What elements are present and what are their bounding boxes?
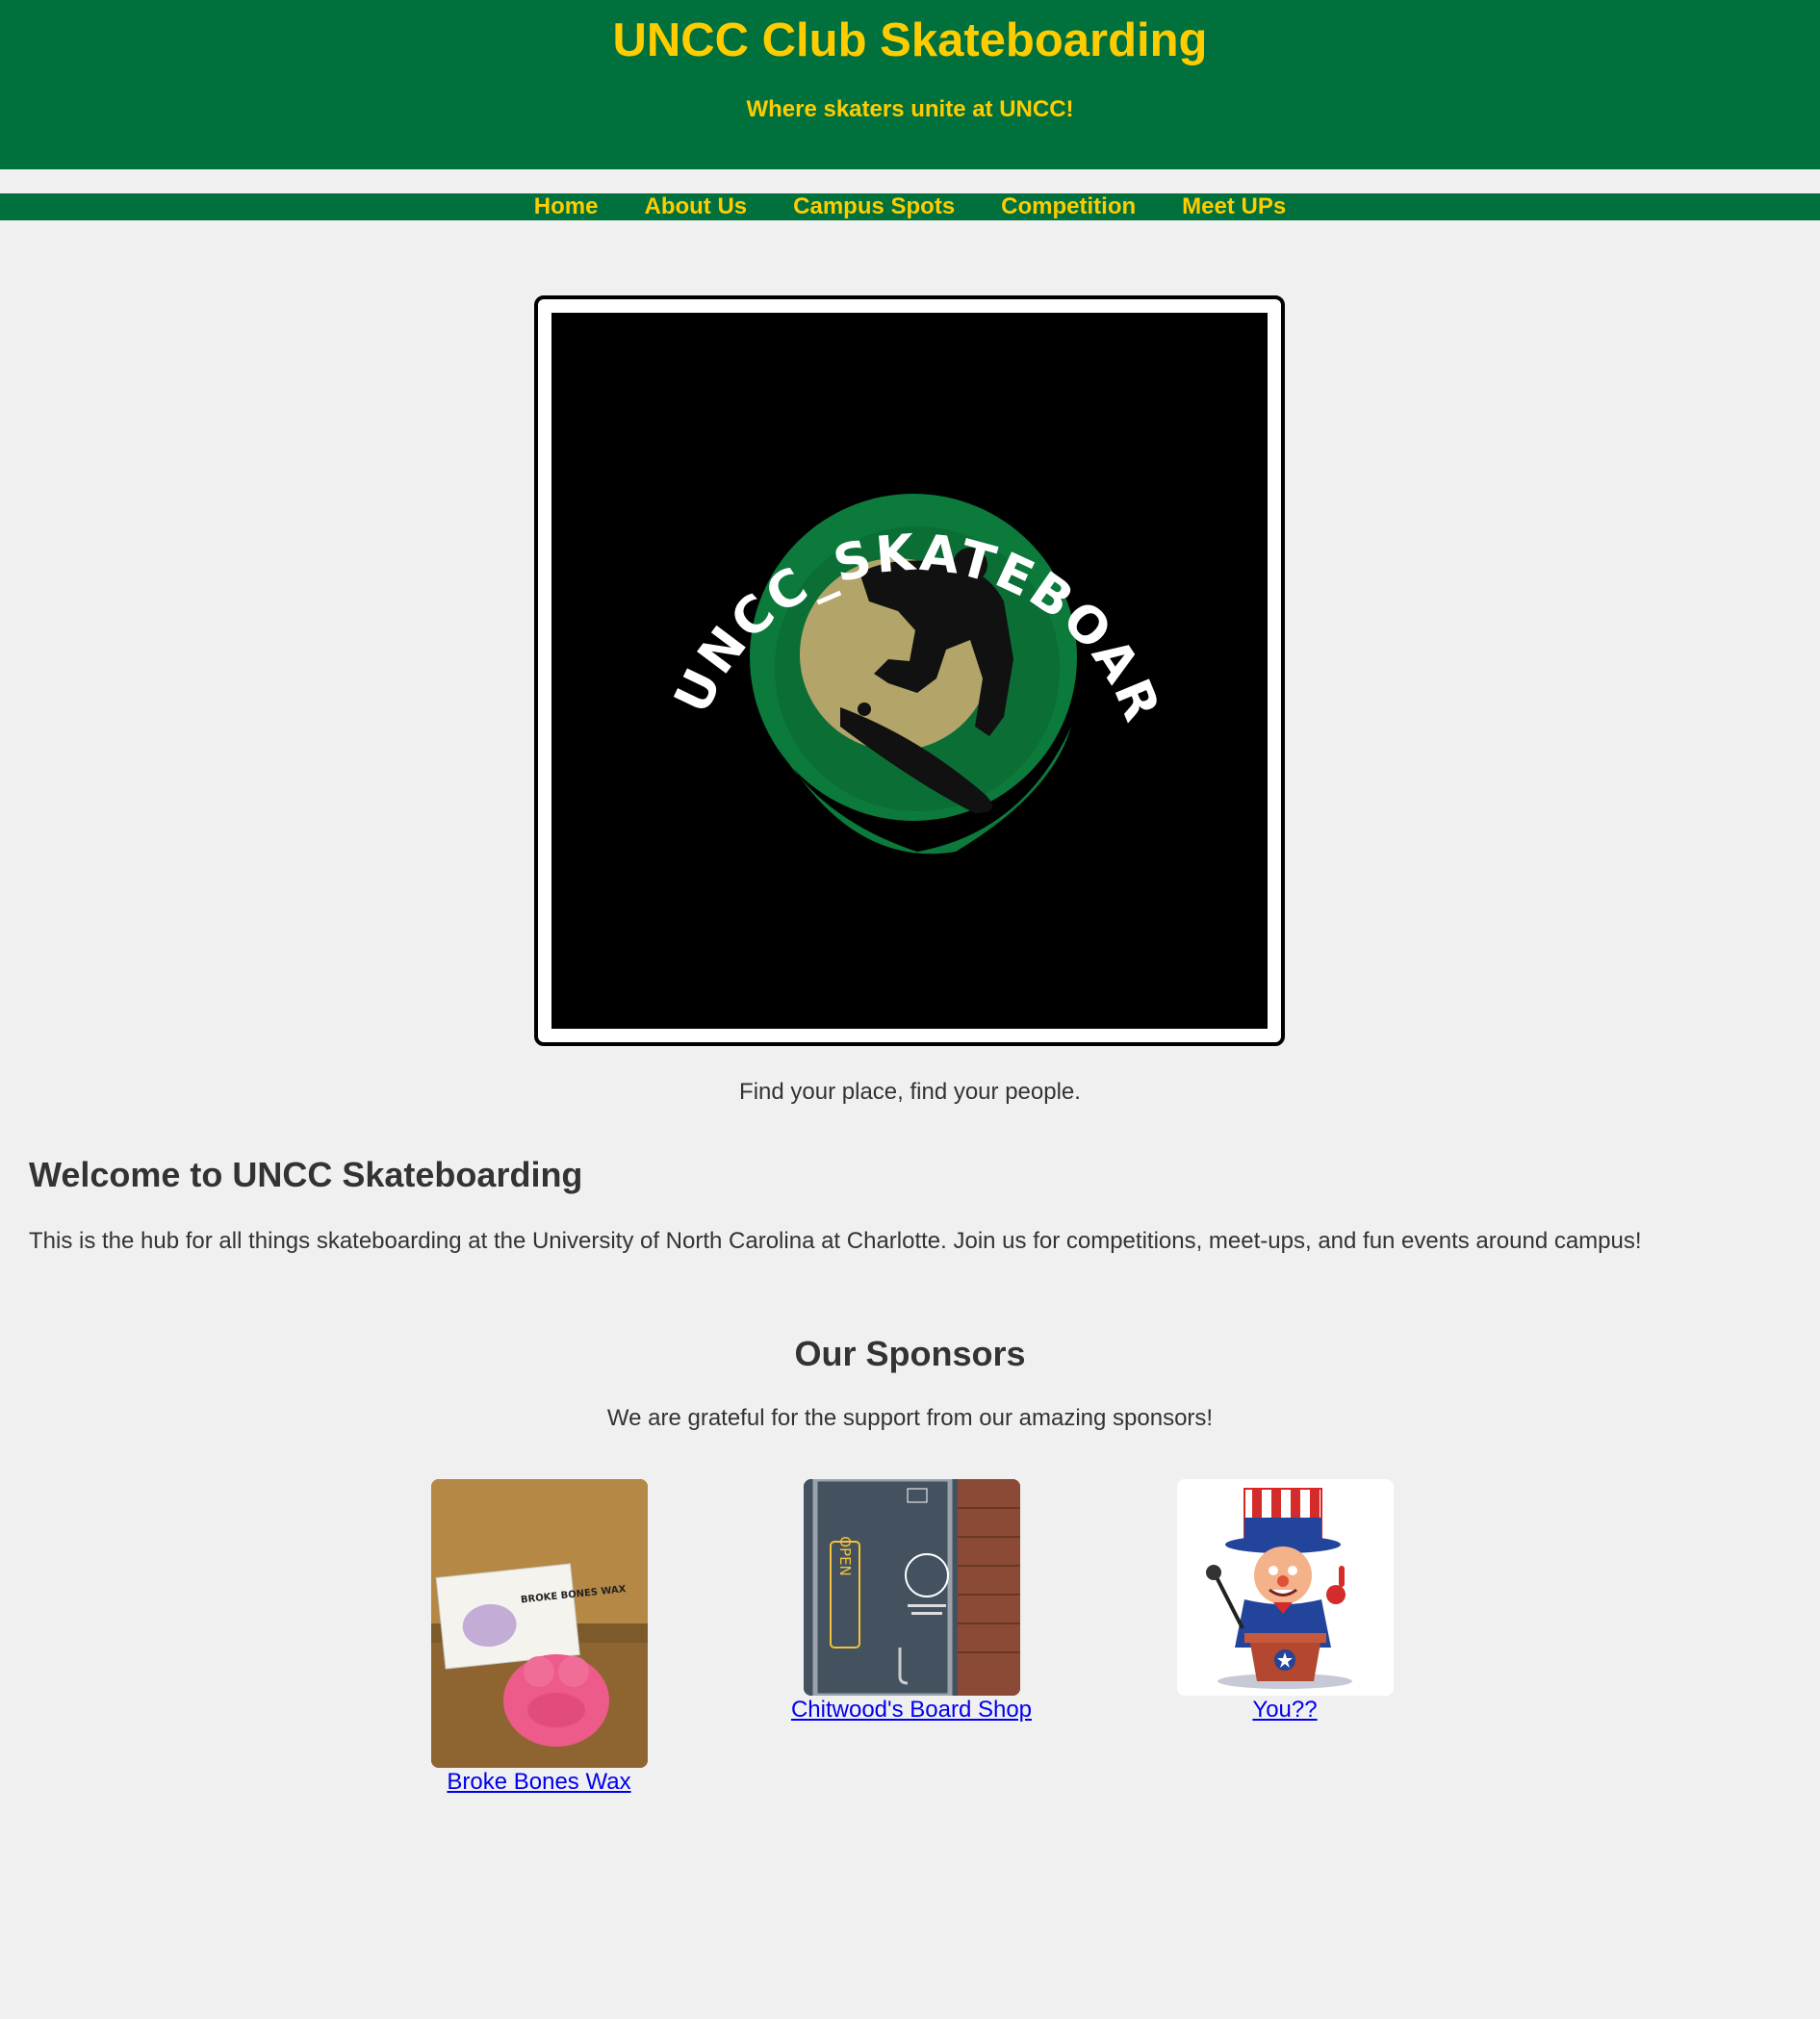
wax-photo-graphic: BROKE BONES WAX — [430, 1479, 648, 1768]
hero-image-frame: UNCC_SKATEBOARDING — [529, 268, 1285, 1046]
welcome-heading: Welcome to UNCC Skateboarding — [29, 1155, 583, 1194]
uncle-sam-photo[interactable] — [1176, 1479, 1394, 1696]
broke-bones-wax-photo[interactable]: BROKE BONES WAX — [430, 1479, 648, 1768]
sponsor-link-chitwoods-board-shop[interactable]: Chitwood's Board Shop — [786, 1696, 1037, 1725]
nav-home[interactable]: Home — [534, 193, 599, 220]
sponsors-text: We are grateful for the support from our… — [606, 1405, 1214, 1431]
main-nav: Home About Us Campus Spots Competition M… — [0, 193, 1820, 220]
sponsor-card: BROKE BONES WAX Broke Bones Wax — [423, 1479, 654, 1797]
club-logo-image: UNCC_SKATEBOARDING — [529, 268, 1268, 1029]
uncle-sam-graphic — [1176, 1479, 1394, 1696]
sponsor-link-broke-bones-wax[interactable]: Broke Bones Wax — [423, 1768, 654, 1797]
sponsor-card: You?? — [1169, 1479, 1400, 1725]
chitwoods-board-shop-photo[interactable]: OPEN — [803, 1479, 1020, 1696]
site-title: UNCC Club Skateboarding — [612, 14, 1208, 66]
club-logo-graphic: UNCC_SKATEBOARDING — [529, 268, 1268, 1029]
open-sign-text: OPEN — [836, 1536, 854, 1576]
welcome-text: This is the hub for all things skateboar… — [29, 1228, 1642, 1254]
nav-campus-spots[interactable]: Campus Spots — [793, 193, 955, 220]
sponsor-link-you[interactable]: You?? — [1169, 1696, 1400, 1725]
sponsor-card: OPEN Chitwood's Board Shop — [786, 1479, 1037, 1725]
nav-meet-ups[interactable]: Meet UPs — [1182, 193, 1286, 220]
shop-photo-graphic: OPEN — [803, 1479, 1020, 1696]
sponsors-heading: Our Sponsors — [794, 1334, 1026, 1373]
site-header: UNCC Club Skateboarding Where skaters un… — [0, 0, 1820, 169]
nav-competition[interactable]: Competition — [1001, 193, 1136, 220]
nav-about-us[interactable]: About Us — [644, 193, 747, 220]
site-tagline: Where skaters unite at UNCC! — [746, 96, 1074, 122]
hero-caption: Find your place, find your people. — [739, 1079, 1081, 1105]
